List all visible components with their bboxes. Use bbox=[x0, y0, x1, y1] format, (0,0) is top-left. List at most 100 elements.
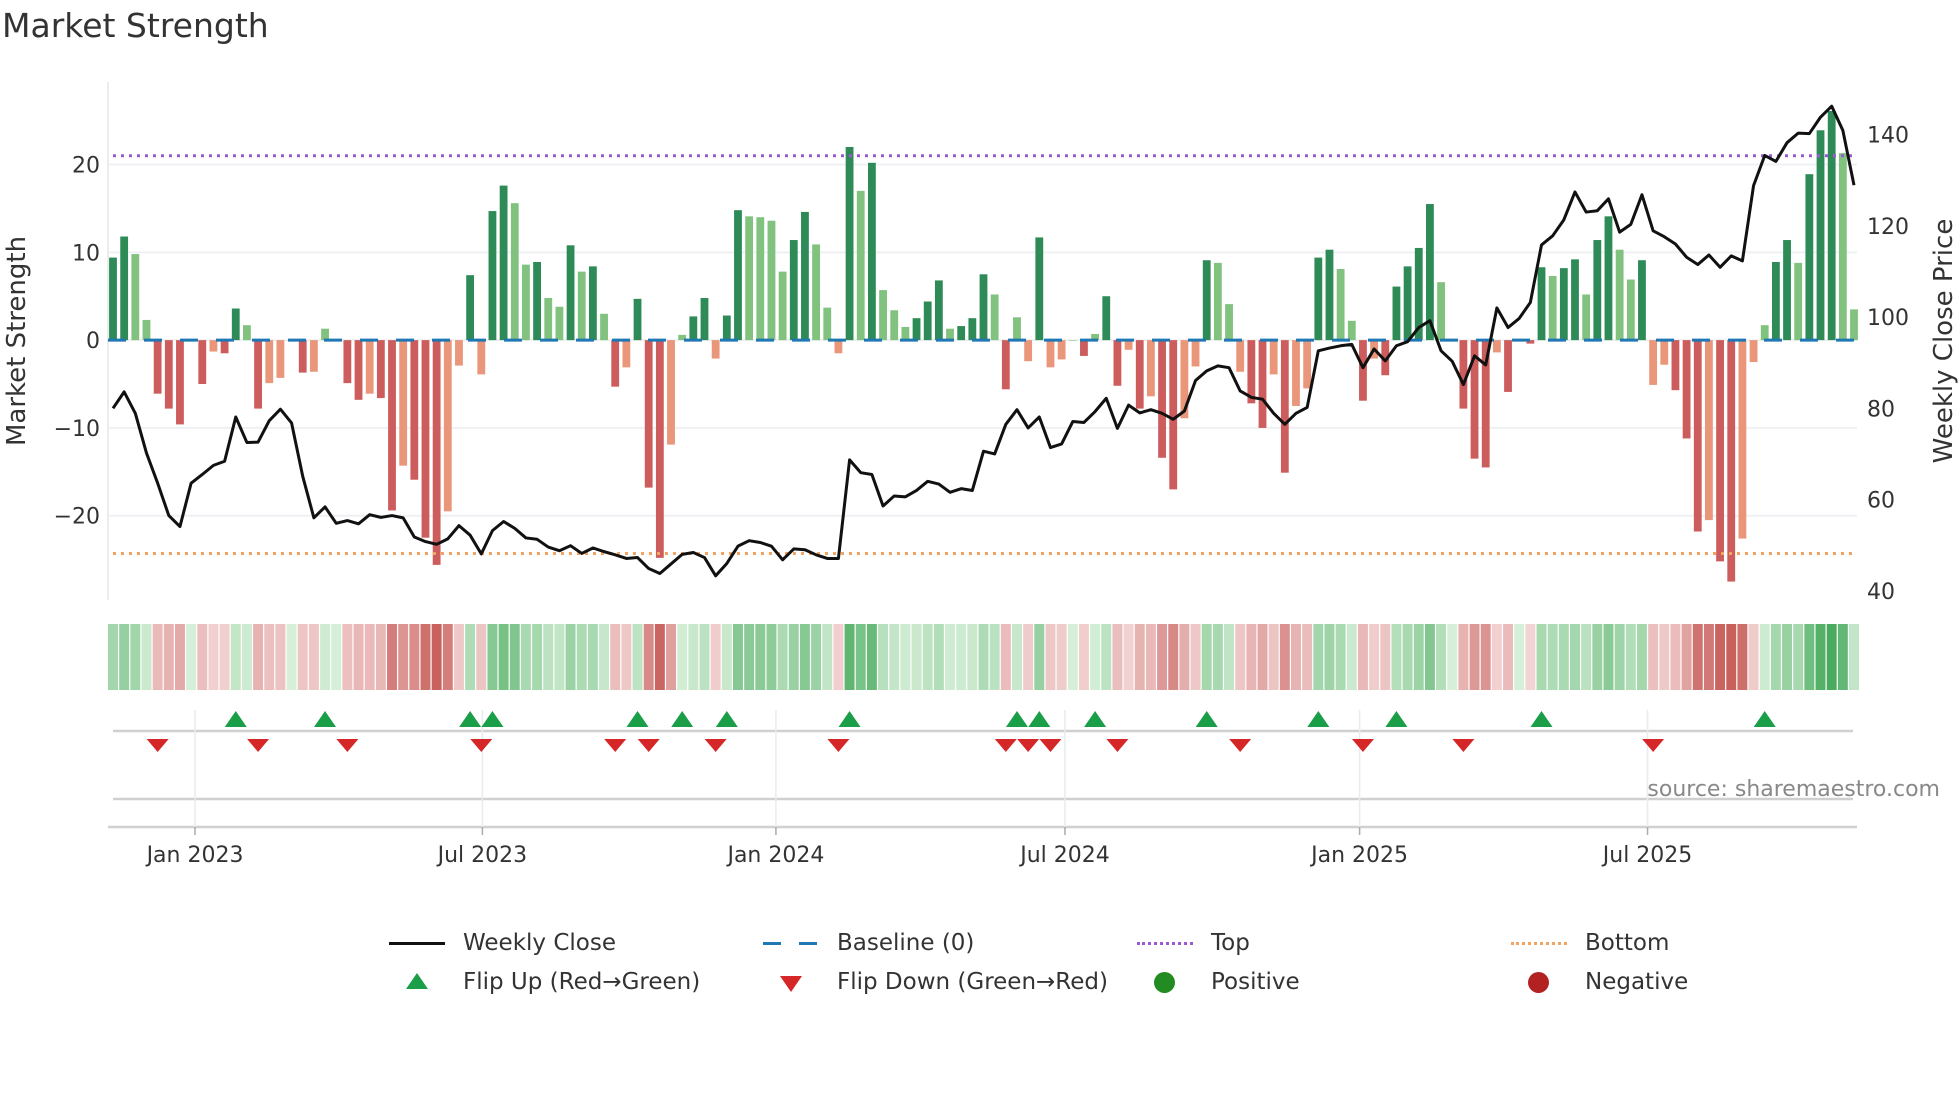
strength-strip-cell bbox=[1313, 624, 1324, 690]
strength-bar bbox=[1593, 240, 1602, 341]
strength-strip-cell bbox=[119, 624, 130, 690]
strength-strip-cell bbox=[889, 624, 900, 690]
flip-down-marker bbox=[1229, 739, 1252, 752]
strength-bar bbox=[1537, 267, 1546, 341]
strength-strip-cell bbox=[878, 624, 889, 690]
strength-bar bbox=[856, 190, 865, 341]
y2-axis-label: Weekly Close Price bbox=[1929, 219, 1959, 464]
strength-strip-cell bbox=[141, 624, 152, 690]
dotted-line-icon bbox=[1137, 931, 1193, 955]
strength-strip-cell bbox=[710, 624, 721, 690]
strength-strip-cell bbox=[1112, 624, 1123, 690]
strength-strip-cell bbox=[1447, 624, 1458, 690]
strength-strip-cell bbox=[509, 624, 520, 690]
strength-strip-cell bbox=[1413, 624, 1424, 690]
strength-bar bbox=[1046, 340, 1055, 368]
legend-positive: Positive bbox=[1137, 969, 1300, 995]
strength-strip-cell bbox=[1268, 624, 1279, 690]
legend-flip-up: Flip Up (Red→Green) bbox=[389, 969, 700, 995]
y2-tick-label: 40 bbox=[1867, 580, 1895, 605]
strength-strip-cell bbox=[453, 624, 464, 690]
strength-bar bbox=[388, 340, 396, 511]
strength-strip-cell bbox=[1469, 624, 1480, 690]
strength-strip-cell bbox=[431, 624, 442, 690]
strength-bar bbox=[890, 310, 899, 341]
strength-bar bbox=[745, 216, 754, 341]
flip-down-marker bbox=[146, 739, 169, 752]
strength-bar bbox=[655, 340, 664, 558]
strength-bar bbox=[1571, 259, 1579, 341]
strength-strip-cell bbox=[1547, 624, 1558, 690]
strength-bar bbox=[455, 340, 463, 366]
strength-strip-cell bbox=[1023, 624, 1034, 690]
strength-bar bbox=[1738, 340, 1747, 539]
strength-bar bbox=[1024, 340, 1033, 362]
flip-up-marker bbox=[1530, 711, 1553, 727]
strength-bar bbox=[120, 236, 129, 341]
strength-strip-cell bbox=[1090, 624, 1101, 690]
strength-strip-cell bbox=[1436, 624, 1447, 690]
strength-bar bbox=[354, 340, 363, 400]
strength-bar bbox=[176, 340, 184, 425]
strength-bar bbox=[957, 326, 966, 341]
flip-down-marker bbox=[1642, 739, 1665, 752]
strength-strip-cell bbox=[766, 624, 777, 690]
strength-bar bbox=[276, 340, 285, 378]
legend-top: Top bbox=[1137, 930, 1250, 956]
flip-down-marker bbox=[1039, 739, 1062, 752]
strength-bar bbox=[1492, 340, 1501, 353]
strength-bar bbox=[823, 307, 832, 341]
legend-label: Negative bbox=[1585, 969, 1689, 995]
strength-bar bbox=[1258, 340, 1267, 428]
strength-strip-cell bbox=[788, 624, 799, 690]
strength-strip-cell bbox=[1770, 624, 1781, 690]
strength-bar bbox=[1638, 260, 1646, 341]
strength-strip-cell bbox=[1625, 624, 1636, 690]
triangle-down-icon bbox=[763, 970, 819, 994]
strength-bar bbox=[644, 340, 653, 488]
strength-strip-cell bbox=[1715, 624, 1726, 690]
flip-down-marker bbox=[604, 739, 627, 752]
x-tick-label: Jul 2024 bbox=[1018, 843, 1110, 868]
strength-strip-cell bbox=[1759, 624, 1770, 690]
strength-strip-cell bbox=[844, 624, 855, 690]
strength-strip-cell bbox=[799, 624, 810, 690]
strength-strip-cell bbox=[587, 624, 598, 690]
strength-bar bbox=[1671, 340, 1680, 391]
legend-label: Positive bbox=[1211, 969, 1300, 995]
strength-bar bbox=[1582, 294, 1591, 341]
flip-up-marker bbox=[481, 711, 504, 727]
strength-strip-cell bbox=[1536, 624, 1547, 690]
y2-tick-label: 140 bbox=[1867, 123, 1909, 148]
strength-bar bbox=[1213, 262, 1222, 341]
strength-strip-cell bbox=[811, 624, 822, 690]
strength-strip-cell bbox=[1659, 624, 1670, 690]
strength-bar bbox=[968, 318, 977, 341]
strength-strip-cell bbox=[152, 624, 163, 690]
strength-bar bbox=[1336, 269, 1345, 341]
strength-bar bbox=[1292, 340, 1300, 406]
strength-strip-cell bbox=[476, 624, 487, 690]
strength-strip-cell bbox=[1302, 624, 1313, 690]
strength-strip-cell bbox=[978, 624, 989, 690]
strength-bar bbox=[1794, 262, 1803, 341]
y2-tick-label: 120 bbox=[1867, 215, 1909, 240]
strength-bar bbox=[443, 340, 452, 512]
legend-bottom: Bottom bbox=[1511, 930, 1669, 956]
circle-icon bbox=[1511, 970, 1567, 994]
strength-strip-cell bbox=[253, 624, 264, 690]
strength-bar bbox=[1001, 340, 1010, 390]
strength-bar bbox=[1225, 304, 1233, 341]
strength-bar bbox=[1559, 268, 1568, 341]
strength-strip-cell bbox=[353, 624, 364, 690]
strength-strip-cell bbox=[532, 624, 543, 690]
strength-bar bbox=[1705, 340, 1713, 521]
strength-bar bbox=[722, 315, 731, 341]
strength-bar bbox=[555, 306, 564, 341]
strength-strip-cell bbox=[1324, 624, 1335, 690]
strength-bar bbox=[1504, 340, 1512, 392]
legend-label: Flip Down (Green→Red) bbox=[837, 969, 1108, 995]
strength-bar bbox=[689, 316, 698, 341]
strength-strip-cell bbox=[565, 624, 576, 690]
strength-strip-cell bbox=[1558, 624, 1569, 690]
